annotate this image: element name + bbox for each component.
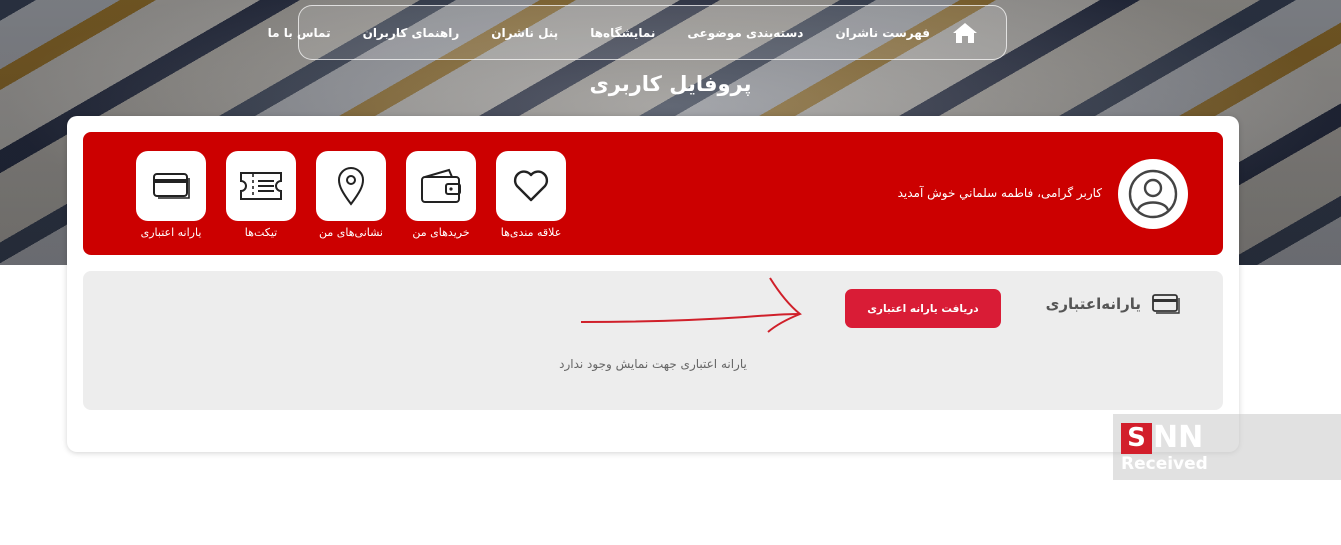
tile-tickets[interactable]: تیکت‌ها	[216, 151, 306, 239]
tile-favorites[interactable]: علاقه مندی‌ها	[486, 151, 576, 239]
watermark: S NN Received	[1113, 414, 1341, 480]
profile-card: کاربر گرامی، فاطمه سلماني خوش آمدید یارا…	[67, 116, 1239, 452]
top-nav: فهرست ناشران دسته‌بندی موضوعی نمایشگاه‌ه…	[268, 5, 1007, 60]
empty-message: یارانه اعتباری جهت نمایش وجود ندارد	[559, 357, 747, 371]
page-title: پروفایل کاربری	[589, 72, 752, 96]
location-pin-icon	[337, 167, 365, 206]
get-credit-button[interactable]: دریافت یارانه اعتباری	[845, 289, 1001, 328]
user-icon	[1128, 169, 1178, 219]
nav-item-contact[interactable]: تماس با ما	[268, 26, 331, 40]
nav-item-publisher-panel[interactable]: پنل ناشران	[491, 26, 558, 40]
home-icon[interactable]	[952, 21, 978, 45]
welcome-text: کاربر گرامی، فاطمه سلماني خوش آمدید	[897, 186, 1102, 200]
tile-addresses[interactable]: نشانی‌های من	[306, 151, 396, 239]
tile-purchases[interactable]: خریدهای من	[396, 151, 486, 239]
tile-credit[interactable]: یارانه اعتباری	[126, 151, 216, 239]
section-title: یارانه‌اعتباری	[1045, 295, 1141, 313]
nav-item-user-guide[interactable]: راهنمای کاربران	[363, 26, 460, 40]
section-header: یارانه‌اعتباری	[1046, 291, 1181, 317]
avatar	[1118, 159, 1188, 229]
credit-card-icon	[1152, 294, 1180, 314]
nav-item-publishers[interactable]: فهرست ناشران	[835, 26, 930, 40]
heart-icon	[513, 170, 549, 202]
nav-item-exhibitions[interactable]: نمایشگاه‌ها	[590, 26, 655, 40]
credit-section: یارانه‌اعتباری دریافت یارانه اعتباری یار…	[83, 271, 1223, 410]
ticket-icon	[240, 172, 282, 200]
nav-item-categories[interactable]: دسته‌بندی موضوعی	[687, 26, 803, 40]
profile-shortcuts: یارانه اعتباری تیکت‌ها	[126, 151, 576, 239]
credit-card-icon	[153, 173, 190, 199]
annotation-arrow	[580, 277, 802, 333]
profile-banner: کاربر گرامی، فاطمه سلماني خوش آمدید یارا…	[83, 132, 1223, 255]
wallet-icon	[421, 168, 461, 203]
